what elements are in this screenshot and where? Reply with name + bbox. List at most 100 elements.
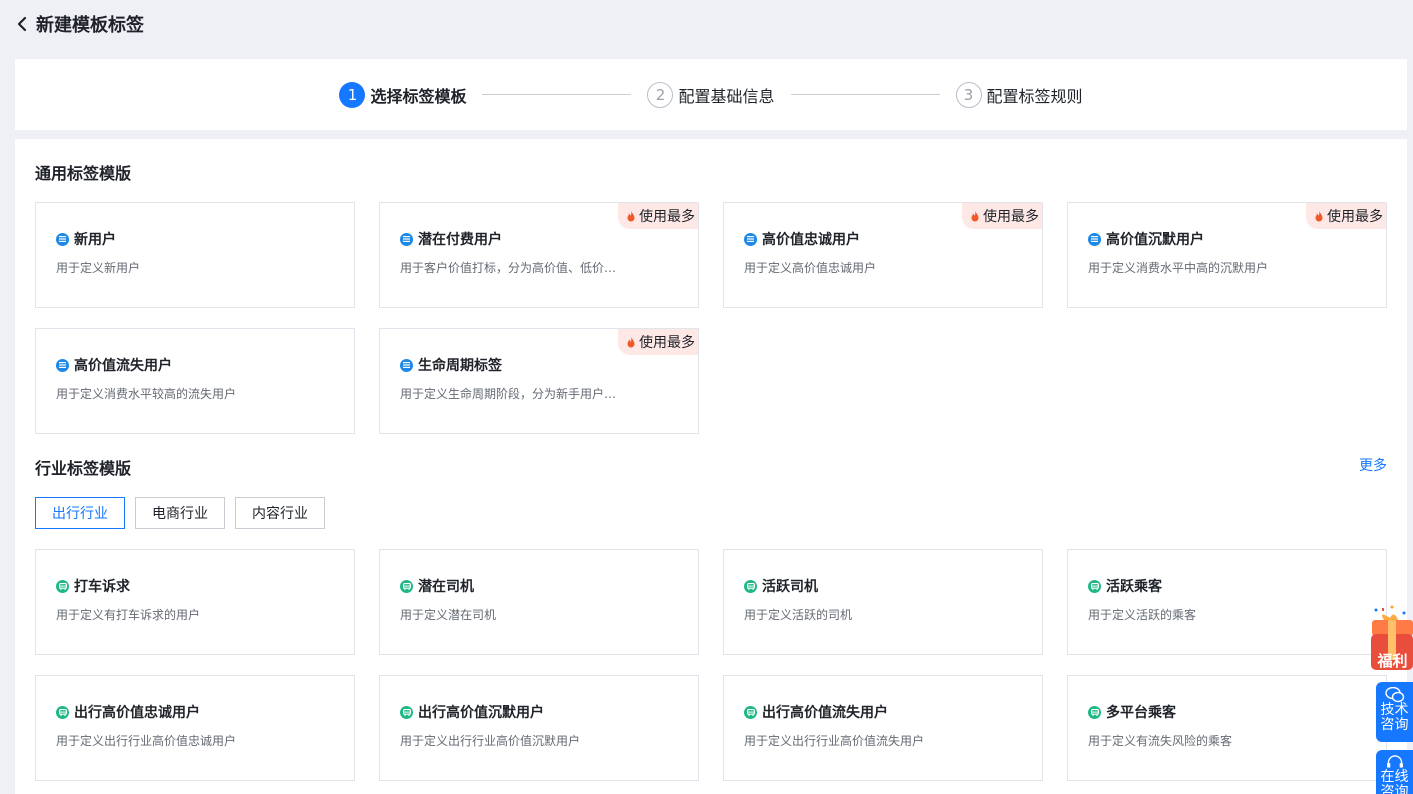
template-card[interactable]: 活跃乘客用于定义活跃的乘客 [1067,549,1387,655]
template-card[interactable]: 高价值流失用户用于定义消费水平较高的流失用户 [35,328,355,434]
tech-consult-label: 技术咨询 [1380,702,1409,733]
template-card[interactable]: 新用户用于定义新用户 [35,202,355,308]
card-description: 用于定义消费水平较高的流失用户 [56,387,237,401]
step-label: 配置标签规则 [986,86,1083,106]
page-title: 新建模板标签 [36,15,144,36]
card-description: 用于定义高价值忠诚用户 [744,261,877,275]
list-icon [1088,232,1101,246]
list-icon [56,232,69,246]
card-description: 用于客户价值打标，分为高价值、低价… [400,261,617,275]
template-card[interactable]: 生命周期标签用于定义生命周期阶段，分为新手用户… 使用最多 [379,328,699,434]
template-card[interactable]: 潜在司机用于定义潜在司机 [379,549,699,655]
most-used-badge: 使用最多 [962,203,1042,229]
template-card[interactable]: 潜在付费用户用于客户价值打标，分为高价值、低价… 使用最多 [379,202,699,308]
card-header: 高价值流失用户 [56,355,172,375]
chevron-left-icon [17,16,27,32]
fire-icon [626,210,636,223]
template-card[interactable]: 出行高价值流失用户用于定义出行行业高价值流失用户 [723,675,1043,781]
online-consult-button[interactable]: 在线咨询 [1376,750,1413,794]
step-connector [790,94,940,95]
step-number: 3 [955,81,982,108]
card-title: 多平台乘客 [1106,705,1176,721]
most-used-badge: 使用最多 [618,329,698,355]
card-header: 潜在付费用户 [400,229,502,249]
template-panel: 通用标签模版 新用户 用于定义新用户 潜在付费用户 用于客户价值打标，分为高价值、低价… [15,139,1407,794]
card-description: 用于定义生命周期阶段，分为新手用户… [400,387,617,401]
card-description: 用于定义出行行业高价值沉默用户 [400,734,581,748]
wechat-icon [1384,687,1404,703]
card-title: 生命周期标签 [418,358,502,374]
tab-content[interactable]: 内容行业 [235,497,325,529]
card-title: 高价值忠诚用户 [762,232,860,248]
car-icon [400,705,413,719]
card-header: 出行高价值流失用户 [744,702,888,722]
tech-consult-button[interactable]: 技术咨询 [1376,682,1413,742]
template-card[interactable]: 活跃司机用于定义活跃的司机 [723,549,1043,655]
card-header: 出行高价值沉默用户 [400,702,544,722]
fire-icon [1314,210,1324,223]
badge-label: 使用最多 [1327,209,1383,225]
car-icon [744,579,757,593]
template-card[interactable]: 高价值忠诚用户用于定义高价值忠诚用户 使用最多 [723,202,1043,308]
headset-icon [1386,755,1403,768]
step-1: 1 选择标签模板 [339,81,467,108]
online-consult-label: 在线咨询 [1380,769,1409,794]
more-link[interactable]: 更多 [1359,455,1387,475]
card-description: 用于定义出行行业高价值忠诚用户 [56,734,237,748]
template-card[interactable]: 出行高价值沉默用户用于定义出行行业高价值沉默用户 [379,675,699,781]
template-card[interactable]: 打车诉求用于定义有打车诉求的用户 [35,549,355,655]
card-title: 打车诉求 [74,579,130,595]
card-description: 用于定义潜在司机 [400,608,497,622]
card-header: 新用户 [56,229,116,249]
tab-travel[interactable]: 出行行业 [35,497,125,529]
most-used-badge: 使用最多 [618,203,698,229]
card-title: 活跃乘客 [1106,579,1162,595]
step-2: 2 配置基础信息 [647,81,775,108]
steps-bar: 1 选择标签模板 2 配置基础信息 3 配置标签规则 [15,59,1407,130]
list-icon [744,232,757,246]
card-header: 出行高价值忠诚用户 [56,702,200,722]
card-description: 用于定义有打车诉求的用户 [56,608,201,622]
tab-ecommerce[interactable]: 电商行业 [135,497,225,529]
template-card[interactable]: 多平台乘客用于定义有流失风险的乘客 [1067,675,1387,781]
card-header: 高价值沉默用户 [1088,229,1204,249]
card-title: 出行高价值沉默用户 [418,705,544,721]
step-label: 配置基础信息 [678,86,775,106]
card-title: 潜在司机 [418,579,474,595]
fire-icon [626,336,636,349]
step-connector [482,94,632,95]
card-header: 多平台乘客 [1088,702,1176,722]
welfare-label: 福利 [1377,652,1408,670]
list-icon [400,232,413,246]
card-title: 潜在付费用户 [418,232,502,248]
car-icon [56,579,69,593]
card-title: 出行高价值忠诚用户 [74,705,200,721]
card-title: 新用户 [74,232,116,248]
card-title: 高价值沉默用户 [1106,232,1204,248]
card-description: 用于定义新用户 [56,261,141,275]
card-description: 用于定义有流失风险的乘客 [1088,734,1233,748]
card-title: 出行高价值流失用户 [762,705,888,721]
back-button[interactable] [14,16,30,32]
car-icon [56,705,69,719]
car-icon [400,579,413,593]
card-header: 活跃司机 [744,576,818,596]
template-card[interactable]: 高价值沉默用户用于定义消费水平中高的沉默用户 使用最多 [1067,202,1387,308]
fire-icon [970,210,980,223]
template-card[interactable]: 出行高价值忠诚用户用于定义出行行业高价值忠诚用户 [35,675,355,781]
industry-section-title: 行业标签模版 [35,459,132,478]
card-description: 用于定义活跃的司机 [744,608,853,622]
top-bar: 新建模板标签 [0,0,1413,48]
badge-label: 使用最多 [639,209,695,225]
step-label: 选择标签模板 [370,86,467,106]
card-header: 打车诉求 [56,576,130,596]
list-icon [400,358,413,372]
card-description: 用于定义活跃的乘客 [1088,608,1197,622]
card-header: 潜在司机 [400,576,474,596]
card-description: 用于定义出行行业高价值流失用户 [744,734,925,748]
card-description: 用于定义消费水平中高的沉默用户 [1088,261,1269,275]
step-3: 3 配置标签规则 [955,81,1083,108]
card-header: 高价值忠诚用户 [744,229,860,249]
badge-label: 使用最多 [639,335,695,351]
car-icon [1088,705,1101,719]
